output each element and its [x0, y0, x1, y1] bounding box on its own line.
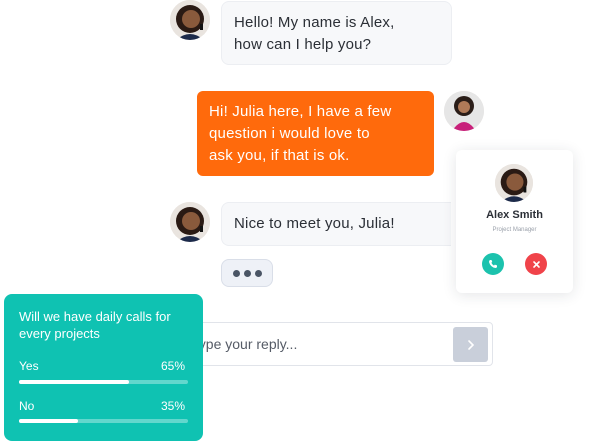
phone-icon: [489, 260, 497, 268]
poll-option-percent: 35%: [160, 399, 185, 413]
send-button[interactable]: [453, 327, 488, 362]
close-icon: [532, 260, 540, 268]
avatar-alex-image: [170, 0, 210, 40]
typing-dot: [232, 269, 240, 277]
avatar-alex-2: [170, 202, 210, 242]
poll-option-label[interactable]: No: [19, 399, 34, 413]
poll-option-label[interactable]: Yes: [19, 359, 39, 373]
avatar-alex: [170, 0, 210, 40]
poll-card: Will we have daily calls for every proje…: [4, 294, 203, 441]
reply-input[interactable]: [191, 323, 451, 365]
contact-role: Project Manager: [492, 227, 537, 233]
message-bubble-incoming: Hello! My name is Alex, how can I help y…: [221, 1, 452, 65]
poll-option-fill: [19, 419, 79, 423]
typing-dot: [254, 269, 262, 277]
contact-card: Alex Smith Project Manager: [456, 150, 573, 293]
contact-avatar-image: [495, 164, 533, 202]
poll-question: Will we have daily calls for every proje…: [19, 309, 171, 341]
avatar-julia: [444, 91, 484, 131]
poll-option-percent: 65%: [160, 359, 185, 373]
typing-indicator: [221, 259, 273, 287]
decline-call-button[interactable]: [525, 253, 547, 275]
reply-box: [180, 322, 493, 366]
poll-option-bar[interactable]: [19, 380, 188, 384]
message-bubble-outgoing: Hi! Julia here, I have a few question i …: [197, 91, 434, 176]
avatar-julia-image: [444, 91, 484, 131]
message-bubble-incoming: Nice to meet you, Julia!: [221, 202, 451, 246]
contact-avatar: [495, 164, 533, 202]
accept-call-button[interactable]: [482, 253, 504, 275]
typing-dot: [243, 269, 251, 277]
contact-name: Alex Smith: [486, 209, 543, 221]
poll-option-bar[interactable]: [19, 419, 188, 423]
avatar-alex-2-image: [170, 202, 210, 242]
chevron-right-icon: [467, 339, 474, 350]
poll-option-fill: [19, 380, 129, 384]
